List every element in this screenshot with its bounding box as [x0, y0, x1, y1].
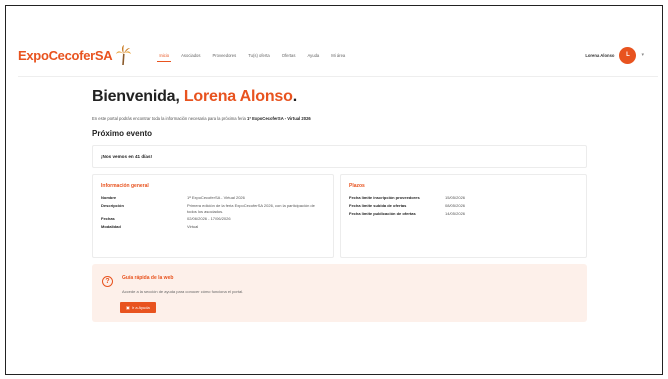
general-info-card: Información general Nombre 1ª ExpoCecofe…	[92, 174, 334, 258]
nav-item-ayuda[interactable]: Ayuda	[301, 49, 325, 62]
avatar[interactable]: L	[619, 46, 637, 64]
countdown-text: ¡Nos vemos en 41 días!	[101, 154, 153, 159]
brand-logo[interactable]: ExpoCecoferSA	[18, 45, 132, 65]
info-row: Modalidad Virtual	[101, 224, 199, 230]
welcome-user-name: Lorena Alonso	[183, 88, 293, 105]
deadline-row: Fecha límite publicación de ofertas 14/0…	[349, 210, 466, 216]
general-info-heading: Información general	[101, 183, 149, 189]
info-row: Descripción Primera edición de la feria …	[101, 202, 315, 214]
intro-text: En este portal podrás encontrar toda la …	[92, 116, 311, 121]
deadlines-heading: Plazos	[349, 183, 365, 189]
guide-text: Accede a la sección de ayuda para conoce…	[122, 289, 244, 294]
nav-item-inicio[interactable]: Inicio	[153, 49, 175, 62]
nav-item-tus-ofertas[interactable]: Tu(s) oferta	[242, 49, 276, 62]
nav-item-ofertas[interactable]: Ofertas	[276, 49, 302, 62]
event-info: Información general Nombre 1ª ExpoCecofe…	[92, 174, 587, 258]
nav-item-mi-area[interactable]: Mi área	[325, 49, 351, 62]
question-icon: ?	[102, 276, 113, 287]
help-icon: ▣	[126, 305, 130, 310]
nav-item-proveedores[interactable]: Proveedores	[206, 49, 242, 62]
next-event-heading: Próximo evento	[92, 129, 153, 138]
header-divider	[18, 76, 658, 77]
logo-text: ExpoCecoferSA	[18, 47, 113, 63]
deadlines-card: Plazos Fecha límite inscripción proveedo…	[340, 174, 587, 258]
go-to-help-button[interactable]: ▣ Ir a Ayuda	[120, 302, 156, 313]
countdown-card: ¡Nos vemos en 41 días!	[92, 145, 587, 168]
user-menu[interactable]: Lorena Alonso L ▾	[585, 46, 644, 64]
palm-tree-icon	[116, 45, 132, 65]
info-row: Nombre 1ª ExpoCecoferSA - Virtual 2026	[101, 195, 245, 200]
guide-title: Guía rápida de la web	[122, 275, 174, 281]
main-content: Bienvenida, Lorena Alonso. En este porta…	[92, 88, 587, 322]
deadline-row: Fecha límite subida de ofertas 08/05/202…	[349, 202, 466, 208]
main-nav: Inicio Asociados Proveedores Tu(s) ofert…	[153, 49, 351, 62]
user-name: Lorena Alonso	[585, 52, 615, 58]
nav-item-asociados[interactable]: Asociados	[175, 49, 206, 62]
top-bar: ExpoCecoferSA Inicio Asociados Proveedor…	[18, 34, 658, 76]
intro-event-name: 1ª ExpoCecoferSA - Virtual 2026	[247, 116, 311, 121]
deadline-row: Fecha límite inscripción proveedores 15/…	[349, 195, 466, 200]
quick-guide-panel: ? Guía rápida de la web Accede a la secc…	[92, 264, 587, 322]
chevron-down-icon[interactable]: ▾	[641, 52, 644, 58]
info-row: Fechas 02/06/2026 - 17/06/2026	[101, 216, 231, 222]
page-title: Bienvenida, Lorena Alonso.	[92, 88, 297, 105]
